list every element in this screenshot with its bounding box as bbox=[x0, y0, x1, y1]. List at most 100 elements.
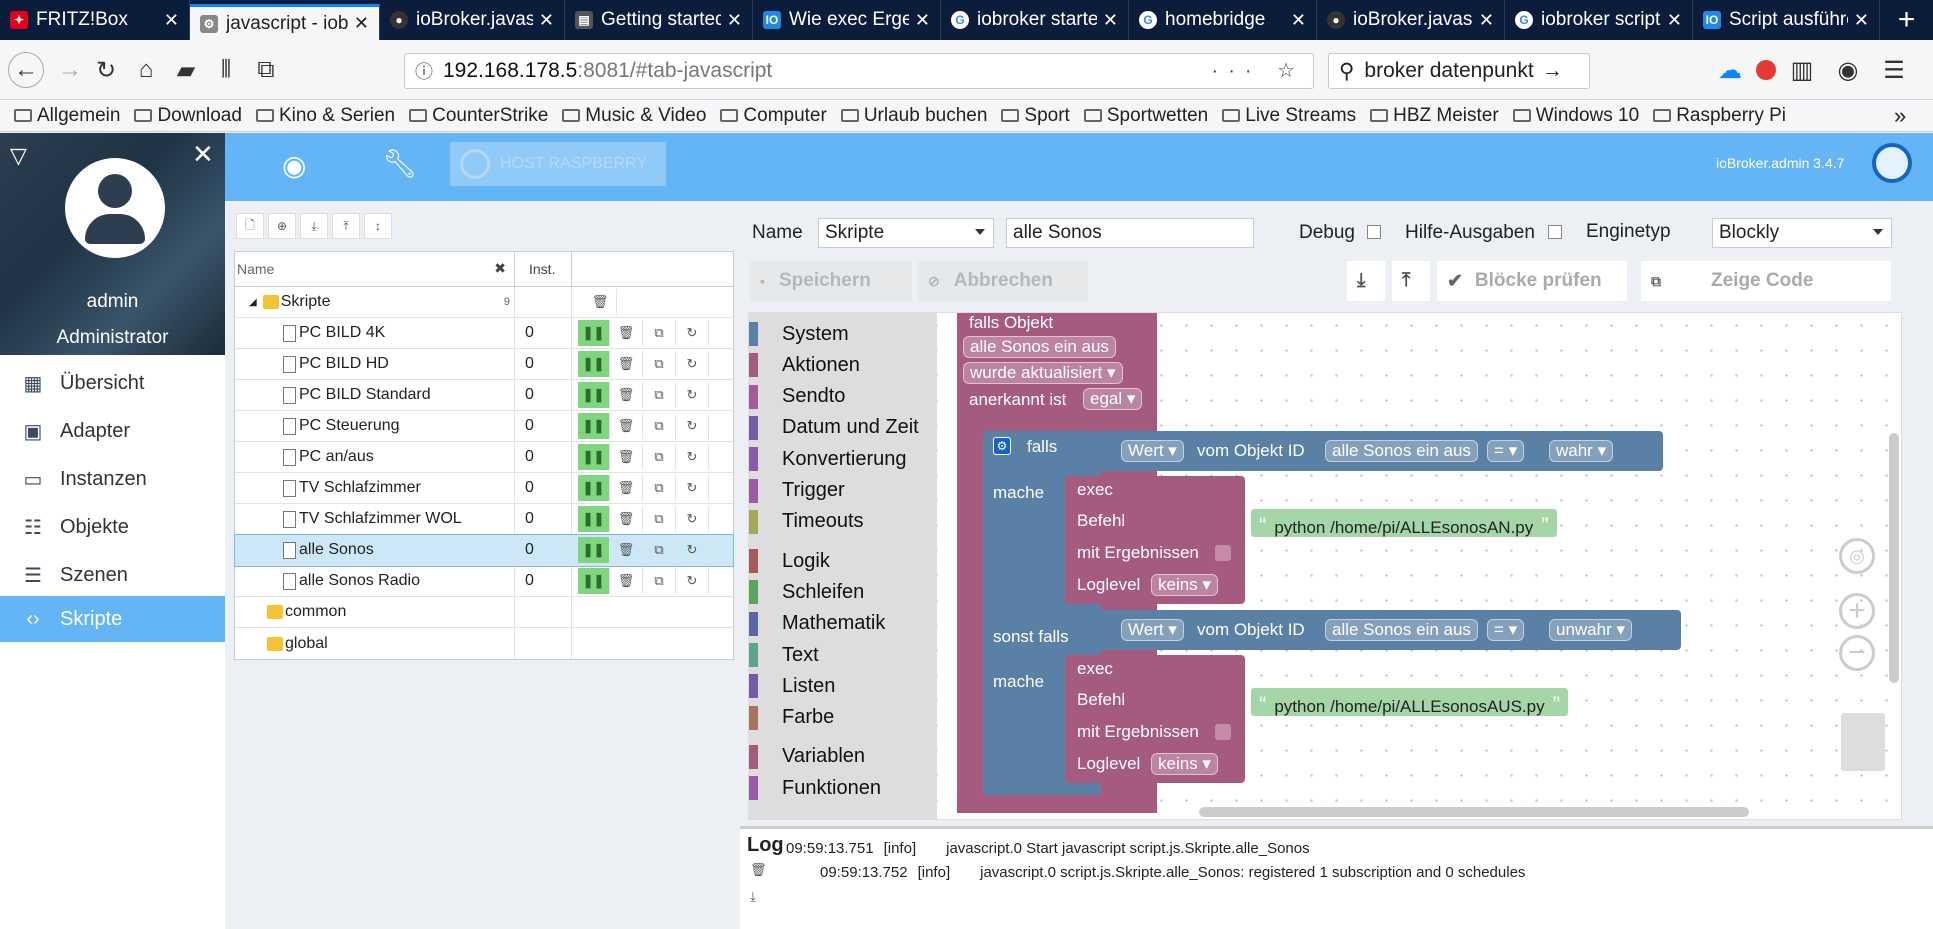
toolbox-category[interactable]: Sendto bbox=[749, 382, 845, 412]
check-blocks-button[interactable]: ✔ Blöcke prüfen bbox=[1437, 261, 1627, 301]
close-icon[interactable]: ✕ bbox=[539, 10, 554, 31]
trash-icon[interactable]: 🗑︎ bbox=[610, 351, 643, 377]
folder-row-skripte[interactable]: ◢ Skripte 9 🗑︎ bbox=[235, 286, 733, 318]
restart-icon[interactable]: ↻ bbox=[676, 413, 709, 439]
script-row[interactable]: PC BILD Standard 0 ❚❚ 🗑︎ ⧉ ↻ bbox=[235, 379, 733, 411]
clear-filter-icon[interactable]: ✖ bbox=[494, 260, 506, 277]
trash-icon[interactable]: 🗑︎ bbox=[584, 289, 617, 315]
trash-icon[interactable]: 🗑︎ bbox=[610, 537, 643, 563]
close-icon[interactable]: ✕ bbox=[192, 139, 214, 170]
cloud-icon[interactable]: ☁ bbox=[1712, 52, 1748, 88]
go-arrow-icon[interactable]: → bbox=[1542, 59, 1563, 83]
copy-icon[interactable]: ⧉ bbox=[643, 537, 676, 563]
bookmark-folder[interactable]: Kino & Serien bbox=[255, 105, 395, 127]
pause-icon[interactable]: ❚❚ bbox=[578, 320, 610, 346]
value-dropdown[interactable]: Wert ▾ bbox=[1121, 440, 1184, 462]
close-icon[interactable]: ✕ bbox=[1291, 10, 1306, 31]
folder-row-global[interactable]: global bbox=[235, 628, 733, 659]
copy-icon[interactable]: ⧉ bbox=[643, 506, 676, 532]
script-row[interactable]: alle Sonos 0 ❚❚ 🗑︎ ⧉ ↻ bbox=[234, 534, 734, 567]
browser-tab[interactable]: IO Script ausführen ✕ bbox=[1693, 0, 1880, 40]
close-icon[interactable]: ✕ bbox=[915, 10, 930, 31]
trash-icon[interactable]: 🗑︎ bbox=[610, 413, 643, 439]
add-folder-button[interactable]: ⊕ bbox=[268, 213, 296, 239]
bookmark-folder[interactable]: Computer bbox=[720, 105, 827, 127]
menu-icon[interactable]: ☰ bbox=[1876, 52, 1912, 88]
bookmark-folder[interactable]: Urlaub buchen bbox=[840, 105, 987, 127]
adblock-icon[interactable] bbox=[1748, 52, 1784, 88]
library-icon[interactable]: ⫴ bbox=[208, 52, 244, 88]
page-actions-icon[interactable]: ··· ☆ bbox=[1212, 58, 1305, 83]
import-blocks-button[interactable]: ⤒ bbox=[1392, 261, 1430, 301]
restart-icon[interactable]: ↻ bbox=[676, 475, 709, 501]
bookmark-folder[interactable]: HBZ Meister bbox=[1370, 105, 1499, 127]
restart-icon[interactable]: ↻ bbox=[676, 320, 709, 346]
folder-row-common[interactable]: common bbox=[235, 596, 733, 628]
toolbox-category[interactable]: Konvertierung bbox=[749, 444, 907, 474]
vertical-scrollbar[interactable] bbox=[1889, 433, 1899, 683]
extension-icon[interactable]: ◉ bbox=[1830, 52, 1866, 88]
copy-icon[interactable]: ⧉ bbox=[643, 568, 676, 594]
toolbox-category[interactable]: Datum und Zeit bbox=[749, 413, 919, 443]
bookmark-folder[interactable]: Download bbox=[134, 105, 242, 127]
import-button[interactable]: ⤓ bbox=[300, 213, 328, 239]
more-bookmarks-icon[interactable]: » bbox=[1894, 103, 1906, 129]
recenter-icon[interactable]: ◎ bbox=[1839, 538, 1875, 574]
export-blocks-button[interactable]: ⤓ bbox=[1347, 261, 1385, 301]
restart-icon[interactable]: ↻ bbox=[676, 568, 709, 594]
export-button[interactable]: ⤒ bbox=[332, 213, 360, 239]
new-tab-button[interactable]: + bbox=[1880, 0, 1933, 40]
copy-icon[interactable]: ⧉ bbox=[643, 320, 676, 346]
pause-icon[interactable]: ❚❚ bbox=[578, 351, 610, 377]
copy-icon[interactable]: ⧉ bbox=[643, 382, 676, 408]
loglevel-dropdown[interactable]: keins ▾ bbox=[1151, 753, 1218, 775]
toolbox-category[interactable]: Trigger bbox=[749, 476, 845, 506]
trash-icon[interactable]: 🗑︎ bbox=[610, 475, 643, 501]
search-bar[interactable]: ⚲ broker datenpunkt → bbox=[1328, 53, 1590, 89]
pause-icon[interactable]: ❚❚ bbox=[578, 382, 610, 408]
script-row[interactable]: PC an/aus 0 ❚❚ 🗑︎ ⧉ ↻ bbox=[235, 441, 733, 473]
clear-log-icon[interactable]: 🗑︎ bbox=[750, 862, 767, 878]
pause-icon[interactable]: ❚❚ bbox=[578, 444, 610, 470]
script-row[interactable]: TV Schlafzimmer 0 ❚❚ 🗑︎ ⧉ ↻ bbox=[235, 472, 733, 504]
command-string-block[interactable]: python /home/pi/ALLEsonosAUS.py bbox=[1251, 688, 1568, 716]
bookmark-folder[interactable]: Live Streams bbox=[1222, 105, 1356, 127]
script-row[interactable]: TV Schlafzimmer WOL 0 ❚❚ 🗑︎ ⧉ ↻ bbox=[235, 503, 733, 535]
trash-icon[interactable]: 🗑︎ bbox=[610, 382, 643, 408]
browser-tab[interactable]: ✦ FRITZ!Box ✕ bbox=[0, 0, 190, 40]
pause-icon[interactable]: ❚❚ bbox=[578, 506, 610, 532]
object-id-field[interactable]: alle Sonos ein aus bbox=[1325, 619, 1478, 641]
copy-icon[interactable]: ⧉ bbox=[643, 413, 676, 439]
restart-icon[interactable]: ↻ bbox=[676, 537, 709, 563]
info-icon[interactable]: ⓘ bbox=[415, 58, 433, 84]
copy-icon[interactable]: ⧉ bbox=[643, 444, 676, 470]
trash-icon[interactable]: 🗑︎ bbox=[610, 444, 643, 470]
bookmark-folder[interactable]: Sport bbox=[1001, 105, 1070, 127]
script-row[interactable]: PC BILD HD 0 ❚❚ 🗑︎ ⧉ ↻ bbox=[235, 348, 733, 380]
close-icon[interactable]: ✕ bbox=[1667, 10, 1682, 31]
trigger-object-field[interactable]: alle Sonos ein aus bbox=[963, 336, 1116, 358]
sidebar-icon[interactable]: ▥ bbox=[1784, 52, 1820, 88]
script-name-input[interactable]: alle Sonos bbox=[1006, 218, 1254, 248]
close-icon[interactable]: ✕ bbox=[727, 10, 742, 31]
toolbox-category[interactable]: Text bbox=[749, 640, 819, 670]
show-code-button[interactable]: ⧉ Zeige Code bbox=[1641, 261, 1891, 301]
engine-type-select[interactable]: Blockly bbox=[1712, 218, 1892, 248]
mutator-gear-icon[interactable]: ⚙ bbox=[993, 437, 1011, 455]
trigger-event-dropdown[interactable]: wurde aktualisiert ▾ bbox=[963, 362, 1123, 384]
object-id-field[interactable]: alle Sonos ein aus bbox=[1325, 440, 1478, 462]
copy-icon[interactable]: ⧉ bbox=[643, 351, 676, 377]
toolbox-category[interactable]: Logik bbox=[749, 546, 830, 576]
sidebar-item-szenen[interactable]: ☰ Szenen bbox=[0, 552, 225, 598]
exec-block[interactable]: exec Befehl mit Ergebnissen Loglevel kei… bbox=[1065, 655, 1245, 783]
ack-dropdown[interactable]: egal ▾ bbox=[1083, 388, 1143, 410]
bookmark-folder[interactable]: Windows 10 bbox=[1512, 105, 1639, 127]
pause-icon[interactable]: ❚❚ bbox=[578, 537, 610, 563]
trash-icon[interactable]: 🗑︎ bbox=[610, 568, 643, 594]
extension-icon[interactable]: ▰ bbox=[168, 52, 204, 88]
toolbox-category[interactable]: Aktionen bbox=[749, 350, 860, 380]
cancel-button[interactable]: ⊘ Abbrechen bbox=[918, 261, 1088, 301]
expand-icon[interactable]: ◢ bbox=[249, 297, 257, 308]
eye-icon[interactable]: ◉ bbox=[282, 149, 306, 182]
browser-tab-active[interactable]: ⚙ javascript - iobroker ✕ bbox=[190, 4, 380, 40]
